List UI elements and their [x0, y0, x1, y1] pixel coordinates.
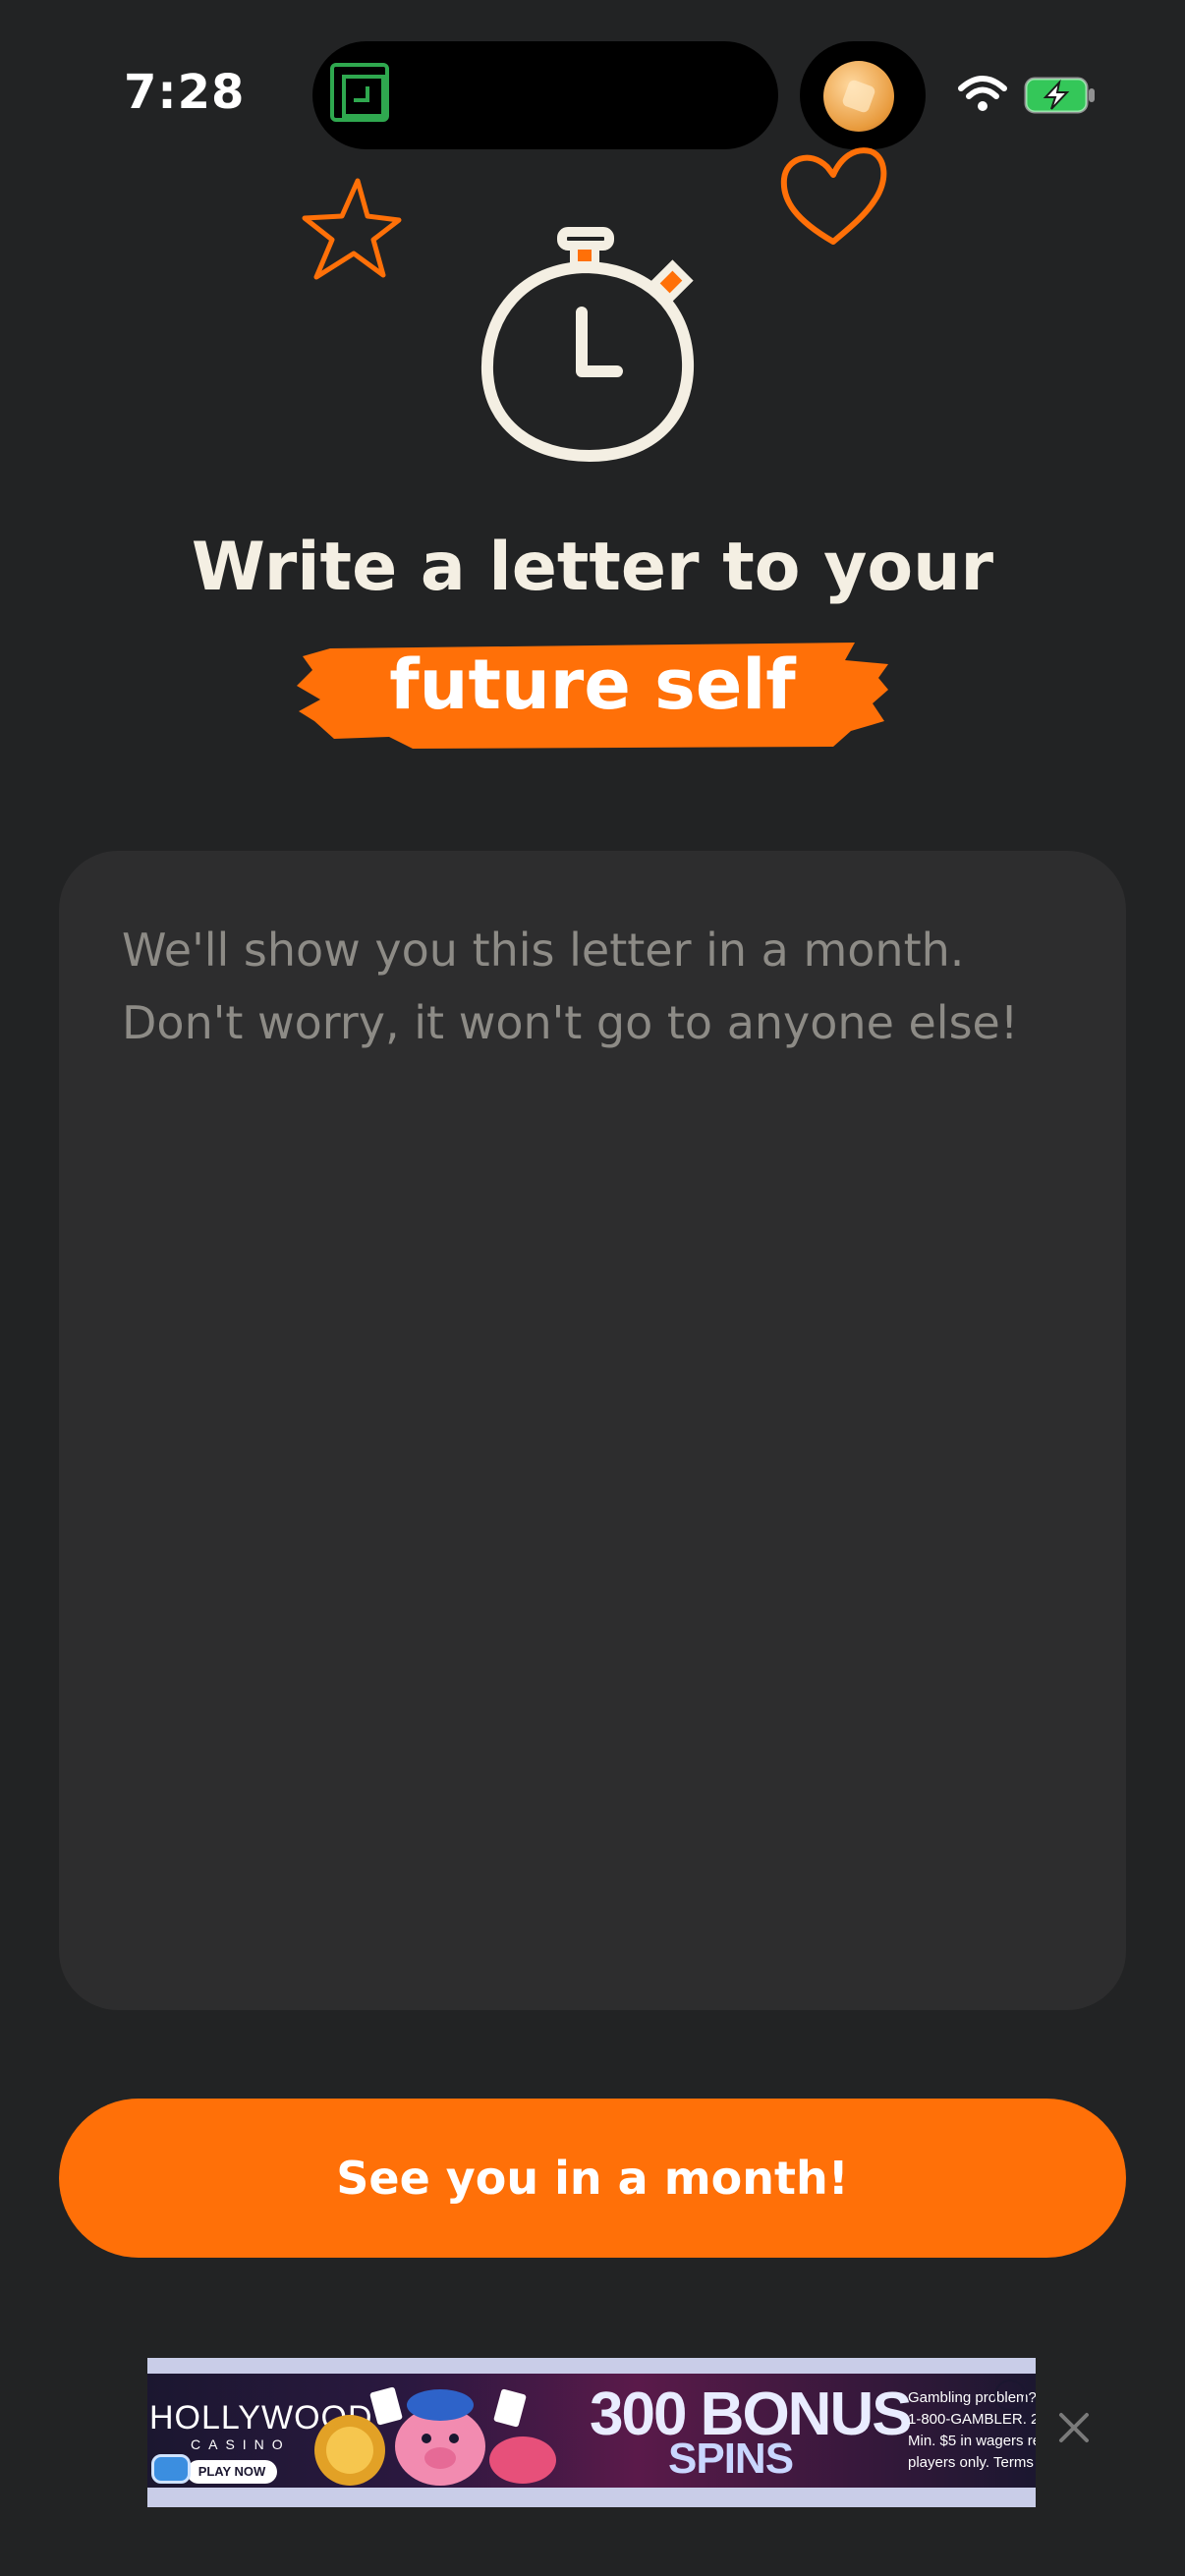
ad-subheadline: SPINS [668, 2435, 794, 2483]
ad-play-now-button[interactable]: PLAY NOW [187, 2460, 277, 2484]
see-you-in-a-month-button[interactable]: See you in a month! [59, 2099, 1126, 2258]
letter-input[interactable] [122, 914, 1065, 1955]
page-title: Write a letter to your [191, 529, 994, 606]
status-time: 7:28 [124, 65, 246, 120]
ad-choices-icon[interactable] [994, 2380, 1026, 2411]
star-icon [302, 178, 402, 280]
coin-icon [823, 61, 894, 132]
ad-mascot-image [314, 2386, 556, 2486]
ad-creative[interactable]: HOLLYWOOD CASINO PLAY NOW 300 BONUS SPIN… [147, 2374, 1036, 2488]
title-highlight-text: future self [389, 644, 796, 725]
ad-banner[interactable]: HOLLYWOOD CASINO PLAY NOW 300 BONUS SPIN… [147, 2358, 1036, 2507]
ad-close-icon[interactable] [1053, 2407, 1095, 2448]
stopwatch-icon [480, 227, 695, 462]
dynamic-island-app-icon [330, 63, 389, 122]
battery-charging-icon [1024, 77, 1095, 114]
wifi-icon [958, 76, 1007, 111]
letter-screen: 7:28 Write a letter to your future self [0, 0, 1185, 2576]
letter-card [59, 851, 1126, 2010]
heart-icon [780, 147, 887, 245]
ad-info-icon[interactable] [151, 2454, 191, 2484]
ad-brand-sub: CASINO [191, 2436, 291, 2452]
title-highlight: future self [295, 639, 890, 751]
